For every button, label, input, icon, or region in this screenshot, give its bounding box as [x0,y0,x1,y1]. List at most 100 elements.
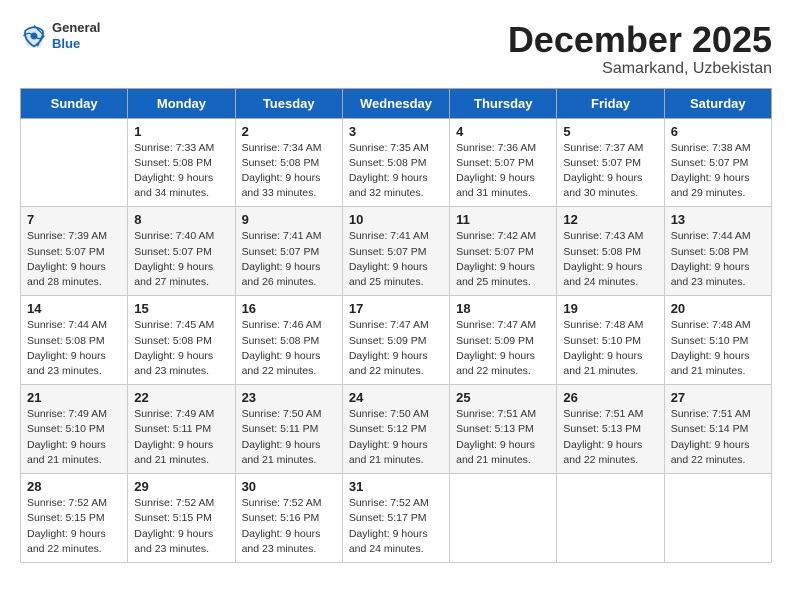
day-number: 11 [456,212,550,227]
daylight: Daylight: 9 hours and 22 minutes. [27,528,106,555]
calendar-cell: 25 Sunrise: 7:51 AM Sunset: 5:13 PM Dayl… [450,385,557,474]
day-info: Sunrise: 7:49 AM Sunset: 5:10 PM Dayligh… [27,407,121,468]
day-number: 30 [242,479,336,494]
sunrise: Sunrise: 7:48 AM [563,319,643,331]
day-info: Sunrise: 7:41 AM Sunset: 5:07 PM Dayligh… [349,229,443,290]
sunset: Sunset: 5:08 PM [242,335,320,347]
sunrise: Sunrise: 7:36 AM [456,142,536,154]
day-number: 3 [349,124,443,139]
sunset: Sunset: 5:10 PM [27,423,105,435]
sunrise: Sunrise: 7:38 AM [671,142,751,154]
sunrise: Sunrise: 7:52 AM [349,497,429,509]
daylight: Daylight: 9 hours and 21 minutes. [671,350,750,377]
sunrise: Sunrise: 7:41 AM [349,230,429,242]
location-subtitle: Samarkand, Uzbekistan [508,60,772,78]
day-number: 28 [27,479,121,494]
sunset: Sunset: 5:08 PM [134,157,212,169]
calendar-cell: 9 Sunrise: 7:41 AM Sunset: 5:07 PM Dayli… [235,207,342,296]
day-info: Sunrise: 7:38 AM Sunset: 5:07 PM Dayligh… [671,141,765,202]
sunset: Sunset: 5:17 PM [349,512,427,524]
sunrise: Sunrise: 7:52 AM [242,497,322,509]
day-number: 19 [563,301,657,316]
day-number: 4 [456,124,550,139]
sunset: Sunset: 5:07 PM [671,157,749,169]
calendar-cell: 2 Sunrise: 7:34 AM Sunset: 5:08 PM Dayli… [235,118,342,207]
sunrise: Sunrise: 7:52 AM [27,497,107,509]
title-area: December 2025 Samarkand, Uzbekistan [508,20,772,78]
calendar-header: Sunday Monday Tuesday Wednesday Thursday… [21,88,772,118]
sunset: Sunset: 5:07 PM [349,246,427,258]
calendar-cell: 15 Sunrise: 7:45 AM Sunset: 5:08 PM Dayl… [128,296,235,385]
calendar-week-3: 14 Sunrise: 7:44 AM Sunset: 5:08 PM Dayl… [21,296,772,385]
sunset: Sunset: 5:08 PM [671,246,749,258]
daylight: Daylight: 9 hours and 21 minutes. [563,350,642,377]
day-number: 27 [671,390,765,405]
daylight: Daylight: 9 hours and 22 minutes. [242,350,321,377]
day-info: Sunrise: 7:36 AM Sunset: 5:07 PM Dayligh… [456,141,550,202]
calendar-cell: 26 Sunrise: 7:51 AM Sunset: 5:13 PM Dayl… [557,385,664,474]
sunrise: Sunrise: 7:50 AM [349,408,429,420]
calendar-cell [21,118,128,207]
daylight: Daylight: 9 hours and 23 minutes. [242,528,321,555]
daylight: Daylight: 9 hours and 27 minutes. [134,261,213,288]
sunset: Sunset: 5:15 PM [27,512,105,524]
daylight: Daylight: 9 hours and 22 minutes. [349,350,428,377]
calendar-cell [450,474,557,563]
col-wednesday: Wednesday [342,88,449,118]
sunrise: Sunrise: 7:47 AM [349,319,429,331]
sunset: Sunset: 5:11 PM [134,423,211,435]
day-number: 18 [456,301,550,316]
calendar-cell: 16 Sunrise: 7:46 AM Sunset: 5:08 PM Dayl… [235,296,342,385]
sunset: Sunset: 5:13 PM [563,423,641,435]
day-info: Sunrise: 7:39 AM Sunset: 5:07 PM Dayligh… [27,229,121,290]
day-number: 9 [242,212,336,227]
calendar-cell: 28 Sunrise: 7:52 AM Sunset: 5:15 PM Dayl… [21,474,128,563]
daylight: Daylight: 9 hours and 22 minutes. [671,439,750,466]
daylight: Daylight: 9 hours and 21 minutes. [134,439,213,466]
calendar-cell: 14 Sunrise: 7:44 AM Sunset: 5:08 PM Dayl… [21,296,128,385]
calendar-cell: 21 Sunrise: 7:49 AM Sunset: 5:10 PM Dayl… [21,385,128,474]
sunrise: Sunrise: 7:34 AM [242,142,322,154]
col-saturday: Saturday [664,88,771,118]
day-info: Sunrise: 7:52 AM Sunset: 5:15 PM Dayligh… [134,496,228,557]
day-info: Sunrise: 7:37 AM Sunset: 5:07 PM Dayligh… [563,141,657,202]
calendar-cell: 27 Sunrise: 7:51 AM Sunset: 5:14 PM Dayl… [664,385,771,474]
calendar-cell: 20 Sunrise: 7:48 AM Sunset: 5:10 PM Dayl… [664,296,771,385]
daylight: Daylight: 9 hours and 23 minutes. [134,528,213,555]
sunrise: Sunrise: 7:37 AM [563,142,643,154]
day-info: Sunrise: 7:50 AM Sunset: 5:11 PM Dayligh… [242,407,336,468]
sunset: Sunset: 5:07 PM [134,246,212,258]
day-info: Sunrise: 7:33 AM Sunset: 5:08 PM Dayligh… [134,141,228,202]
calendar-cell: 13 Sunrise: 7:44 AM Sunset: 5:08 PM Dayl… [664,207,771,296]
daylight: Daylight: 9 hours and 33 minutes. [242,172,321,199]
calendar-cell: 31 Sunrise: 7:52 AM Sunset: 5:17 PM Dayl… [342,474,449,563]
day-info: Sunrise: 7:51 AM Sunset: 5:13 PM Dayligh… [456,407,550,468]
daylight: Daylight: 9 hours and 34 minutes. [134,172,213,199]
daylight: Daylight: 9 hours and 32 minutes. [349,172,428,199]
col-thursday: Thursday [450,88,557,118]
calendar-body: 1 Sunrise: 7:33 AM Sunset: 5:08 PM Dayli… [21,118,772,562]
sunrise: Sunrise: 7:45 AM [134,319,214,331]
sunrise: Sunrise: 7:39 AM [27,230,107,242]
logo-general: General [52,20,100,36]
calendar-week-2: 7 Sunrise: 7:39 AM Sunset: 5:07 PM Dayli… [21,207,772,296]
calendar-week-5: 28 Sunrise: 7:52 AM Sunset: 5:15 PM Dayl… [21,474,772,563]
sunrise: Sunrise: 7:51 AM [456,408,536,420]
sunrise: Sunrise: 7:43 AM [563,230,643,242]
sunrise: Sunrise: 7:44 AM [27,319,107,331]
logo: General Blue [20,20,100,51]
sunrise: Sunrise: 7:46 AM [242,319,322,331]
sunset: Sunset: 5:08 PM [27,335,105,347]
sunset: Sunset: 5:08 PM [563,246,641,258]
col-sunday: Sunday [21,88,128,118]
day-info: Sunrise: 7:35 AM Sunset: 5:08 PM Dayligh… [349,141,443,202]
sunrise: Sunrise: 7:40 AM [134,230,214,242]
sunset: Sunset: 5:08 PM [349,157,427,169]
daylight: Daylight: 9 hours and 25 minutes. [456,261,535,288]
sunset: Sunset: 5:12 PM [349,423,427,435]
daylight: Daylight: 9 hours and 28 minutes. [27,261,106,288]
calendar-cell: 12 Sunrise: 7:43 AM Sunset: 5:08 PM Dayl… [557,207,664,296]
day-number: 22 [134,390,228,405]
sunrise: Sunrise: 7:50 AM [242,408,322,420]
calendar-cell: 24 Sunrise: 7:50 AM Sunset: 5:12 PM Dayl… [342,385,449,474]
